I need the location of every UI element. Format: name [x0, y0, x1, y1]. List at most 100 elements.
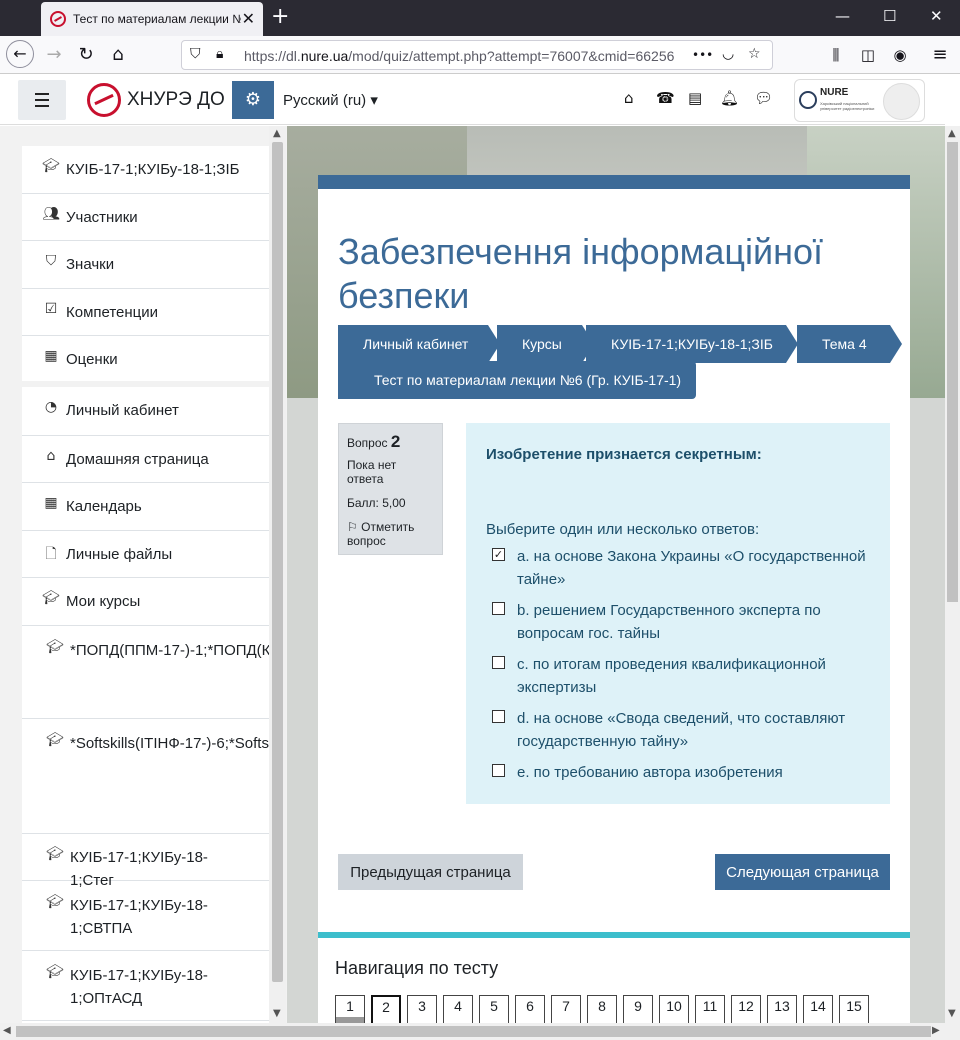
minimize-icon[interactable]: —: [835, 7, 850, 25]
quiz-nav-question-button[interactable]: 7: [551, 995, 581, 1023]
forward-arrow-icon[interactable]: →: [40, 42, 68, 68]
graduation-cap-icon: 🎓︎: [42, 158, 60, 174]
quiz-nav-question-button[interactable]: 10: [659, 995, 689, 1023]
shield-icon[interactable]: ⛉: [190, 46, 201, 62]
tab-close-icon[interactable]: ✕: [242, 9, 255, 29]
browser-titlebar: Тест по материалам лекции № ✕ + — ☐ ✕: [0, 0, 960, 36]
maximize-icon[interactable]: ☐: [883, 7, 896, 25]
drawer-item[interactable]: 🎓︎ *Softskills(ІТІНФ-17-)-6;*Softskills(К…: [22, 719, 269, 834]
drawer-item-label: Оценки: [66, 351, 118, 368]
question-number: Вопрос 2: [347, 432, 401, 451]
drawer-item[interactable]: 🎓︎ КУІБ-17-1;КУІБу-18-1;Стег: [22, 834, 269, 889]
drawer-item[interactable]: ◔ Личный кабинет: [22, 387, 269, 436]
page-vertical-scrollbar[interactable]: ▲ ▼: [945, 126, 960, 1023]
flag-question-link[interactable]: ⚐ Отметить вопрос: [347, 520, 434, 548]
phone-icon[interactable]: ☎: [656, 89, 675, 107]
site-logo-icon[interactable]: [87, 83, 121, 117]
answer-option-label: b. решением Государственного эксперта по…: [517, 602, 821, 642]
drawer-item-label: Домашняя страница: [66, 451, 209, 468]
pocket-icon[interactable]: ◡: [722, 46, 734, 62]
answer-checkbox[interactable]: [492, 710, 505, 723]
book-icon[interactable]: ▤: [688, 89, 702, 107]
window-close-icon[interactable]: ✕: [930, 7, 943, 25]
answer-option[interactable]: ✓ a. на основе Закона Украины «О государс…: [492, 545, 872, 591]
graduation-cap-icon: 🎓︎: [42, 590, 60, 606]
page-actions-icon[interactable]: •••: [692, 48, 713, 62]
quiz-nav-question-button[interactable]: 11: [695, 995, 725, 1023]
bookmark-star-icon[interactable]: ☆: [748, 46, 761, 62]
sidebar-toggle-icon[interactable]: ◫: [854, 42, 882, 68]
drawer-item[interactable]: 🎓︎ Мои курсы: [22, 578, 269, 626]
home-icon[interactable]: ⌂: [104, 42, 132, 68]
quiz-nav-question-button[interactable]: 8: [587, 995, 617, 1023]
breadcrumb-item[interactable]: Тест по материалам лекции №6 (Гр. КУІБ-1…: [338, 361, 696, 399]
chat-icon[interactable]: 💬︎: [754, 89, 773, 107]
browser-tab[interactable]: Тест по материалам лекции № ✕: [41, 2, 263, 36]
quiz-nav-question-button[interactable]: 2: [371, 995, 401, 1023]
drawer-toggle-button[interactable]: [18, 80, 66, 120]
quiz-nav-question-button[interactable]: 1: [335, 995, 365, 1023]
quiz-nav-question-button[interactable]: 13: [767, 995, 797, 1023]
question-score: Балл: 5,00: [347, 496, 406, 510]
drawer-item[interactable]: 👥︎ Участники: [22, 194, 269, 241]
breadcrumb-item[interactable]: Курсы: [497, 325, 596, 363]
reload-icon[interactable]: ↻: [72, 42, 100, 68]
breadcrumb-item[interactable]: Тема 4: [797, 325, 904, 363]
breadcrumb-item[interactable]: Личный кабинет: [338, 325, 502, 363]
user-menu[interactable]: NURE Харківський національний університе…: [794, 79, 925, 122]
lock-icon[interactable]: 🔒︎: [216, 46, 223, 62]
breadcrumb-item[interactable]: КУІБ-17-1;КУІБу-18-1;ЗІБ: [586, 325, 800, 363]
page-horizontal-scrollbar[interactable]: ◀ ▶: [0, 1023, 960, 1040]
url-text[interactable]: https://dl.nure.ua/mod/quiz/attempt.php?…: [244, 48, 674, 64]
site-name[interactable]: ХНУРЭ ДО: [127, 89, 225, 111]
language-menu[interactable]: Русский (ru) ▾: [283, 91, 378, 109]
answer-option[interactable]: c. по итогам проведения квалификационной…: [492, 653, 872, 699]
drawer-item[interactable]: ☑ Компетенции: [22, 289, 269, 336]
answer-option[interactable]: b. решением Государственного эксперта по…: [492, 599, 872, 645]
answer-checkbox[interactable]: [492, 656, 505, 669]
quiz-nav-question-button[interactable]: 14: [803, 995, 833, 1023]
question-info: Вопрос 2 Пока нет ответа Балл: 5,00 ⚐ От…: [338, 423, 443, 555]
quiz-nav-question-button[interactable]: 3: [407, 995, 437, 1023]
menu-icon[interactable]: ≡: [926, 42, 954, 68]
quiz-nav-question-button[interactable]: 9: [623, 995, 653, 1023]
drawer-item[interactable]: ⛉ Значки: [22, 241, 269, 289]
quiz-nav-question-button[interactable]: 5: [479, 995, 509, 1023]
answer-option[interactable]: d. на основе «Свода сведений, что состав…: [492, 707, 872, 753]
drawer-item[interactable]: 🎓︎ КУІБ-17-1;КУІБу-18-1;СВТПА: [22, 881, 269, 951]
new-tab-button[interactable]: +: [271, 4, 289, 29]
avatar[interactable]: [883, 83, 920, 120]
home-icon[interactable]: ⌂: [624, 89, 634, 107]
drawer-item-label: *Softskills(ІТІНФ-17-)-6;*Softskills(КРП…: [70, 735, 269, 752]
drawer-separator: [22, 381, 269, 387]
quiz-nav-question-button[interactable]: 4: [443, 995, 473, 1023]
flag-icon: ⚐: [347, 520, 358, 534]
account-icon[interactable]: ◉: [886, 42, 914, 68]
drawer-item[interactable]: ▦ Оценки: [22, 336, 269, 384]
nure-logo-icon: [799, 91, 817, 109]
back-arrow-icon[interactable]: ←: [6, 40, 34, 68]
check-square-icon: ☑: [44, 301, 58, 317]
drawer-item[interactable]: 🎓︎ *ПОПД(ППМ-17-)-1;*ПОПД(КУІБу-18-)-2;*П…: [22, 626, 269, 719]
drawer-item[interactable]: 🎓︎ КУІБ-17-1;КУІБу-18-1;ЗІБ: [22, 146, 269, 194]
drawer-item-label: КУІБ-17-1;КУІБу-18-1;СВТПА: [70, 897, 208, 937]
next-page-button[interactable]: Следующая страница: [715, 854, 890, 890]
drawer-item[interactable]: 🗋 Личные файлы: [22, 531, 269, 578]
url-bar[interactable]: ⛉ 🔒︎ https://dl.nure.ua/mod/quiz/attempt…: [181, 40, 773, 70]
answer-checkbox[interactable]: ✓: [492, 548, 505, 561]
answer-option[interactable]: e. по требованию автора изобретения: [492, 761, 872, 784]
settings-gear-icon[interactable]: ⚙: [232, 81, 274, 119]
drawer-scrollbar[interactable]: ▲ ▼: [269, 126, 286, 1023]
quiz-nav-question-button[interactable]: 12: [731, 995, 761, 1023]
answer-checkbox[interactable]: [492, 602, 505, 615]
previous-page-button[interactable]: Предыдущая страница: [338, 854, 523, 890]
drawer-item[interactable]: ⌂ Домашняя страница: [22, 436, 269, 483]
bell-icon[interactable]: 🔔︎: [720, 89, 739, 107]
drawer-item[interactable]: ▦ Календарь: [22, 483, 269, 531]
drawer-item[interactable]: 🎓︎ КУІБ-17-1;КУІБу-18-1;ОПтАСД: [22, 951, 269, 1021]
quiz-nav-question-button[interactable]: 6: [515, 995, 545, 1023]
library-icon[interactable]: ⫼: [822, 42, 850, 68]
quiz-nav-question-button[interactable]: 15: [839, 995, 869, 1023]
answer-checkbox[interactable]: [492, 764, 505, 777]
home-icon: ⌂: [46, 448, 56, 464]
